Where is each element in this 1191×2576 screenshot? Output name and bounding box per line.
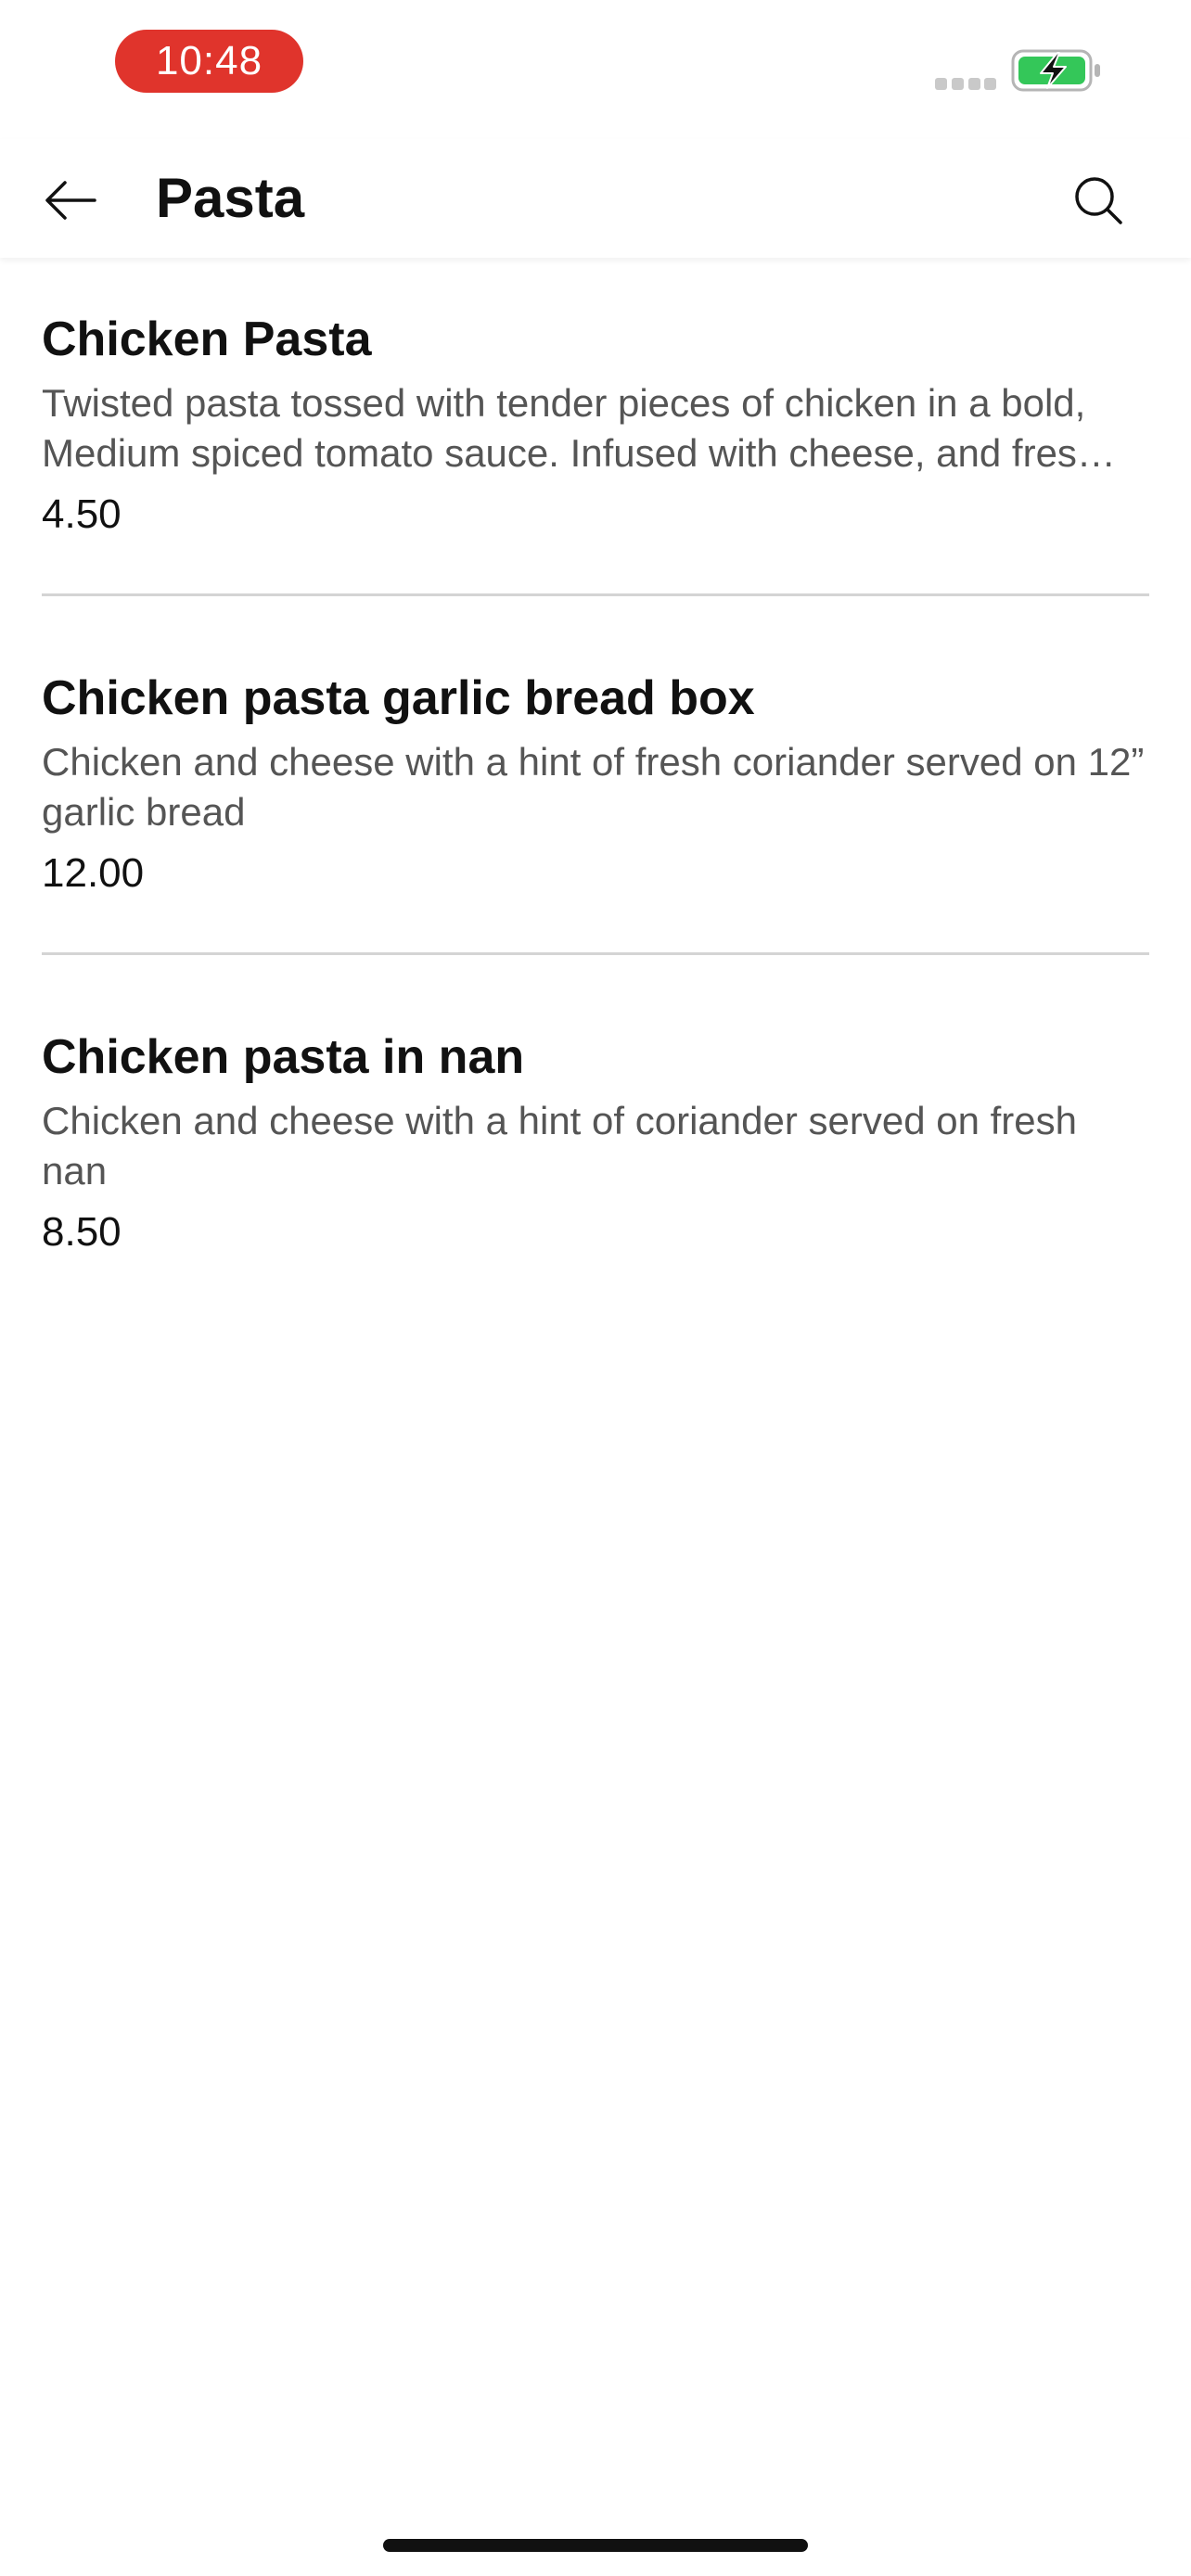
screen: 10:48 Pasta Chicken Pasta Twisted pasta …: [0, 0, 1191, 2576]
menu-item-price: 8.50: [42, 1209, 122, 1255]
menu-item-description: Chicken and cheese with a hint of corian…: [42, 1099, 1077, 1192]
search-button[interactable]: [1061, 163, 1135, 237]
menu-item[interactable]: Chicken Pasta Twisted pasta tossed with …: [42, 306, 1149, 543]
battery-charging-icon: [1011, 49, 1100, 92]
arrow-left-icon: [45, 181, 96, 220]
app-header: Pasta: [0, 139, 1191, 258]
home-indicator[interactable]: [383, 2539, 808, 2552]
menu-item-name: Chicken pasta in nan: [42, 1030, 525, 1084]
menu-item-list: Chicken Pasta Twisted pasta tossed with …: [42, 306, 1149, 1261]
status-bar: 10:48: [0, 0, 1191, 139]
back-button[interactable]: [33, 163, 108, 237]
menu-item[interactable]: Chicken pasta in nan Chicken and cheese …: [42, 1024, 1149, 1261]
signal-icon: [935, 78, 996, 91]
menu-item-price: 4.50: [42, 491, 122, 537]
menu-item-name: Chicken pasta garlic bread box: [42, 671, 755, 725]
menu-item-description: Twisted pasta tossed with tender pieces …: [42, 381, 1116, 475]
menu-item-price: 12.00: [42, 850, 145, 896]
menu-item[interactable]: Chicken pasta garlic bread box Chicken a…: [42, 665, 1149, 902]
menu-item-description: Chicken and cheese with a hint of fresh …: [42, 740, 1145, 834]
menu-item-name: Chicken Pasta: [42, 312, 372, 366]
status-time[interactable]: 10:48: [115, 30, 303, 93]
page-title: Pasta: [156, 167, 305, 229]
divider: [42, 952, 1149, 955]
search-icon: [1075, 177, 1122, 224]
divider: [42, 593, 1149, 596]
